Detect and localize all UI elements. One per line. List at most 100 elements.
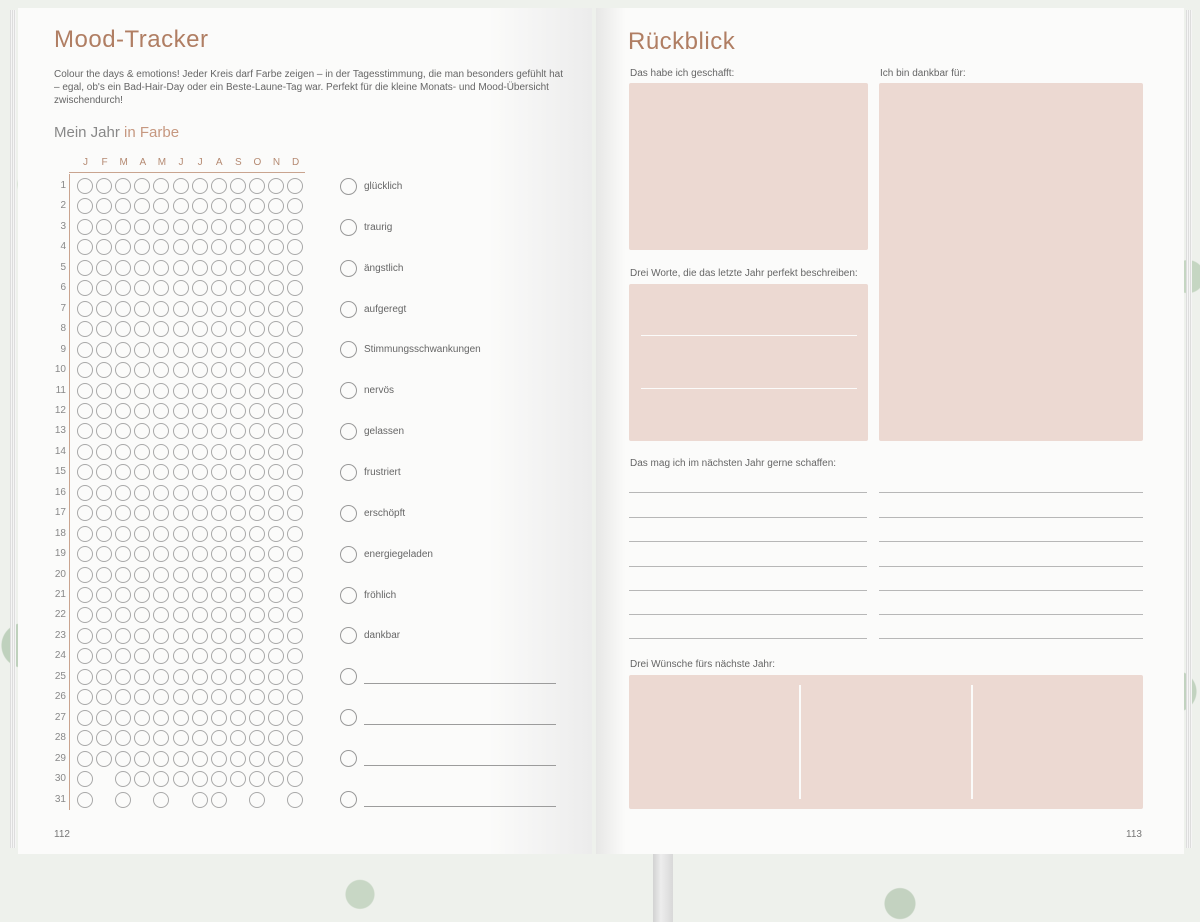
mood-day-circle[interactable]	[172, 362, 189, 379]
mood-day-circle[interactable]	[115, 791, 132, 808]
mood-day-circle[interactable]	[172, 402, 189, 419]
mood-day-circle[interactable]	[229, 566, 246, 583]
mood-day-circle[interactable]	[96, 218, 113, 235]
mood-day-circle[interactable]	[115, 341, 132, 358]
mood-day-circle[interactable]	[191, 402, 208, 419]
mood-day-circle[interactable]	[210, 362, 227, 379]
mood-day-circle[interactable]	[210, 423, 227, 440]
mood-day-circle[interactable]	[96, 300, 113, 317]
mood-day-circle[interactable]	[191, 443, 208, 460]
mood-day-circle[interactable]	[229, 771, 246, 788]
mood-day-circle[interactable]	[287, 300, 304, 317]
mood-day-circle[interactable]	[210, 689, 227, 706]
mood-day-circle[interactable]	[96, 341, 113, 358]
mood-day-circle[interactable]	[248, 587, 265, 603]
mood-day-circle[interactable]	[268, 218, 284, 235]
mood-day-circle[interactable]	[77, 587, 93, 603]
mood-day-circle[interactable]	[96, 382, 113, 399]
mood-day-circle[interactable]	[229, 300, 246, 317]
mood-day-circle[interactable]	[96, 668, 113, 685]
mood-day-circle[interactable]	[134, 259, 151, 276]
mood-day-circle[interactable]	[77, 791, 93, 808]
custom-mood-line[interactable]	[364, 724, 556, 726]
write-line[interactable]	[879, 541, 1143, 542]
mood-day-circle[interactable]	[287, 750, 304, 767]
write-line[interactable]	[879, 517, 1143, 518]
mood-day-circle[interactable]	[115, 627, 132, 644]
mood-day-circle[interactable]	[191, 791, 208, 808]
mood-day-circle[interactable]	[248, 443, 265, 460]
mood-day-circle[interactable]	[115, 525, 132, 542]
mood-day-circle[interactable]	[115, 300, 132, 317]
mood-day-circle[interactable]	[96, 566, 113, 583]
mood-day-circle[interactable]	[229, 259, 246, 276]
mood-day-circle[interactable]	[77, 341, 93, 358]
mood-day-circle[interactable]	[191, 648, 208, 665]
mood-day-circle[interactable]	[191, 280, 208, 297]
mood-day-circle[interactable]	[153, 341, 170, 358]
mood-legend-circle[interactable]	[340, 218, 357, 236]
mood-day-circle[interactable]	[77, 484, 93, 501]
mood-day-circle[interactable]	[96, 709, 113, 726]
mood-day-circle[interactable]	[134, 484, 151, 501]
mood-day-circle[interactable]	[248, 566, 265, 583]
mood-day-circle[interactable]	[96, 402, 113, 419]
mood-day-circle[interactable]	[191, 689, 208, 706]
mood-day-circle[interactable]	[77, 362, 93, 379]
mood-day-circle[interactable]	[248, 730, 265, 747]
write-line[interactable]	[629, 492, 867, 493]
mood-day-circle[interactable]	[96, 587, 113, 603]
mood-day-circle[interactable]	[268, 362, 284, 379]
mood-day-circle[interactable]	[287, 259, 304, 276]
mood-day-circle[interactable]	[287, 791, 304, 808]
write-line[interactable]	[629, 566, 867, 567]
mood-day-circle[interactable]	[77, 218, 93, 235]
mood-day-circle[interactable]	[248, 791, 265, 808]
mood-day-circle[interactable]	[210, 178, 227, 194]
mood-day-circle[interactable]	[77, 382, 93, 399]
mood-day-circle[interactable]	[248, 300, 265, 317]
mood-day-circle[interactable]	[153, 791, 170, 808]
custom-mood-circle[interactable]	[340, 749, 357, 767]
mood-day-circle[interactable]	[191, 709, 208, 726]
mood-day-circle[interactable]	[210, 587, 227, 603]
mood-day-circle[interactable]	[248, 362, 265, 379]
mood-day-circle[interactable]	[153, 382, 170, 399]
mood-day-circle[interactable]	[172, 730, 189, 747]
mood-day-circle[interactable]	[172, 709, 189, 726]
mood-day-circle[interactable]	[287, 668, 304, 685]
mood-day-circle[interactable]	[210, 648, 227, 665]
mood-day-circle[interactable]	[172, 423, 189, 440]
mood-day-circle[interactable]	[229, 525, 246, 542]
mood-day-circle[interactable]	[191, 198, 208, 215]
mood-day-circle[interactable]	[172, 566, 189, 583]
mood-day-circle[interactable]	[268, 341, 284, 358]
mood-day-circle[interactable]	[191, 423, 208, 440]
mood-day-circle[interactable]	[229, 668, 246, 685]
mood-day-circle[interactable]	[287, 218, 304, 235]
mood-day-circle[interactable]	[172, 627, 189, 644]
mood-day-circle[interactable]	[172, 587, 189, 603]
mood-day-circle[interactable]	[248, 402, 265, 419]
three-words-box[interactable]	[629, 284, 868, 441]
mood-day-circle[interactable]	[77, 546, 93, 563]
mood-day-circle[interactable]	[172, 218, 189, 235]
mood-day-circle[interactable]	[134, 566, 151, 583]
mood-day-circle[interactable]	[191, 382, 208, 399]
custom-mood-circle[interactable]	[340, 709, 357, 727]
mood-day-circle[interactable]	[134, 300, 151, 317]
mood-day-circle[interactable]	[172, 382, 189, 399]
mood-day-circle[interactable]	[268, 709, 284, 726]
mood-day-circle[interactable]	[115, 443, 132, 460]
mood-day-circle[interactable]	[191, 178, 208, 194]
mood-day-circle[interactable]	[268, 443, 284, 460]
mood-day-circle[interactable]	[115, 709, 132, 726]
mood-day-circle[interactable]	[191, 505, 208, 522]
write-line[interactable]	[629, 638, 867, 639]
mood-day-circle[interactable]	[268, 566, 284, 583]
mood-day-circle[interactable]	[191, 484, 208, 501]
mood-day-circle[interactable]	[172, 341, 189, 358]
mood-day-circle[interactable]	[210, 627, 227, 644]
mood-day-circle[interactable]	[229, 321, 246, 338]
mood-day-circle[interactable]	[210, 341, 227, 358]
